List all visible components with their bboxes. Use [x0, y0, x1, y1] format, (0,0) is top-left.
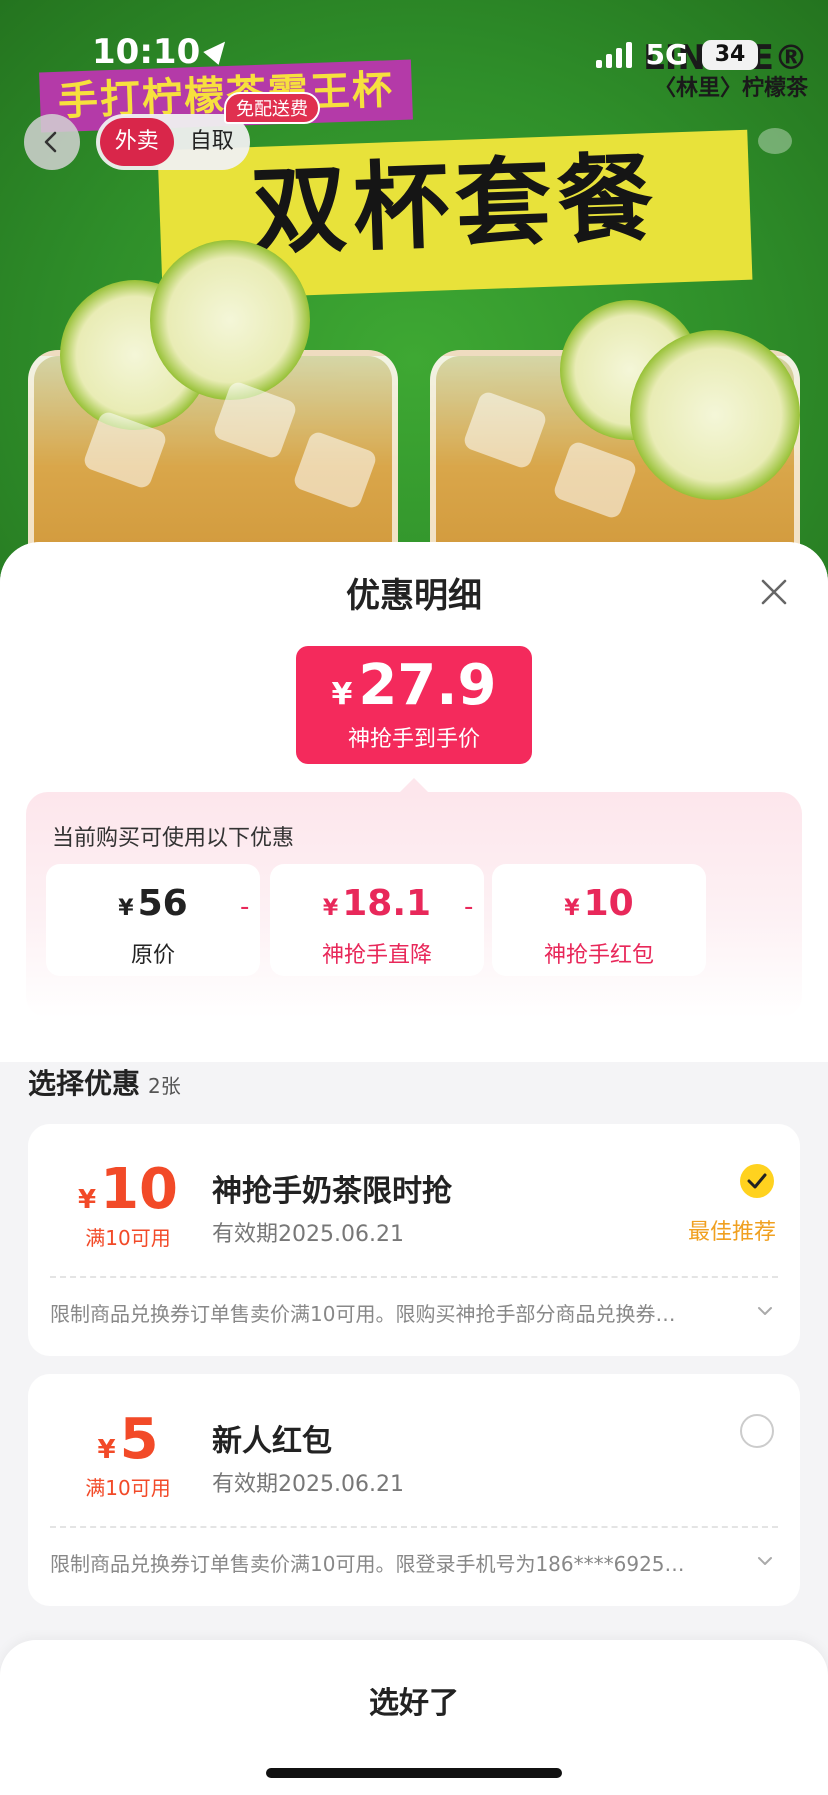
- coupon-validity: 有效期2025.06.21: [212, 1472, 404, 1497]
- coupon-name: 神抢手奶茶限时抢: [212, 1174, 452, 1209]
- price-breakdown-panel: 当前购买可使用以下优惠 脚尖上的老爱酸菜 ¥56 原价 - ¥18.1 神抢手直…: [26, 792, 802, 1018]
- status-indicators: 5G 34: [595, 38, 758, 71]
- brand-logo-subname: 〈林里〉柠檬茶: [653, 76, 808, 101]
- minus-operator: -: [240, 892, 250, 922]
- select-coupon-heading: 选择优惠 2张: [28, 1067, 181, 1100]
- chevron-left-icon: [44, 131, 57, 153]
- coupon-unselected-radio[interactable]: [740, 1414, 774, 1448]
- breakdown-hint: 当前购买可使用以下优惠: [52, 826, 295, 851]
- coupon-card[interactable]: ¥5 满10可用 新人红包 有效期2025.06.21 限制商品兑换券订单售卖价…: [28, 1374, 800, 1606]
- battery-icon: 34: [702, 39, 758, 70]
- bottom-action-bar: 选好了: [0, 1640, 828, 1795]
- free-delivery-badge: 免配送费: [224, 92, 320, 124]
- status-time-text: 10:10: [92, 32, 201, 72]
- final-price-badge: ¥27.9 神抢手到手价: [296, 646, 532, 764]
- final-price-label: 神抢手到手价: [347, 727, 480, 752]
- checkmark-icon: [747, 1173, 767, 1189]
- discount-detail-sheet: 优惠明细 ¥27.9 神抢手到手价 当前购买可使用以下优惠 脚尖上的老爱酸菜 ¥…: [0, 542, 828, 1795]
- final-price-amount: 27.9: [358, 653, 497, 718]
- final-price-currency: ¥: [331, 677, 353, 712]
- original-price-card: ¥56 原价: [46, 864, 260, 976]
- network-label: 5G: [645, 38, 688, 71]
- close-icon: [761, 579, 787, 605]
- coupon-description: 限制商品兑换券订单售卖价满10可用。限登录手机号为186****6925…: [50, 1552, 685, 1576]
- coupon-condition: 满10可用: [85, 1476, 171, 1500]
- close-button[interactable]: [754, 572, 794, 612]
- coupon-description: 限制商品兑换券订单售卖价满10可用。限购买神抢手部分商品兑换券…: [50, 1302, 676, 1326]
- best-recommend-tag: 最佳推荐: [687, 1220, 776, 1245]
- coupon-amount: ¥5 满10可用: [28, 1410, 228, 1501]
- divider: [50, 1526, 778, 1528]
- coupon-condition: 满10可用: [85, 1226, 171, 1250]
- coupon-name: 新人红包: [212, 1424, 332, 1459]
- chevron-down-icon[interactable]: [756, 1302, 774, 1320]
- divider: [50, 1276, 778, 1278]
- direct-discount-card: ¥18.1 神抢手直降: [270, 864, 484, 976]
- status-time: 10:10: [92, 32, 233, 72]
- mode-delivery-tab[interactable]: 外卖: [100, 118, 174, 166]
- coupon-count: 2张: [148, 1074, 181, 1098]
- lime-slice-image: [630, 330, 800, 500]
- coupon-selected-checkbox[interactable]: [740, 1164, 774, 1198]
- home-indicator[interactable]: [266, 1768, 562, 1778]
- back-button[interactable]: [24, 114, 80, 170]
- signal-icon: [595, 41, 632, 68]
- minus-operator: -: [464, 892, 474, 922]
- sheet-title: 优惠明细: [346, 576, 482, 616]
- product-hero-banner: 手打柠檬茶霸王杯 双杯套餐 LINLEE® 〈林里〉柠檬茶: [0, 0, 828, 600]
- price-pointer: [400, 778, 428, 792]
- share-icon[interactable]: [758, 128, 792, 154]
- coupon-validity: 有效期2025.06.21: [212, 1222, 404, 1247]
- red-packet-card: ¥10 神抢手红包: [492, 864, 706, 976]
- confirm-selection-button[interactable]: 选好了: [0, 1678, 828, 1722]
- lime-slice-image: [150, 240, 310, 400]
- coupon-card[interactable]: ¥10 满10可用 神抢手奶茶限时抢 有效期2025.06.21 最佳推荐 限制…: [28, 1124, 800, 1356]
- coupon-amount: ¥10 满10可用: [28, 1160, 228, 1251]
- chevron-down-icon[interactable]: [756, 1552, 774, 1570]
